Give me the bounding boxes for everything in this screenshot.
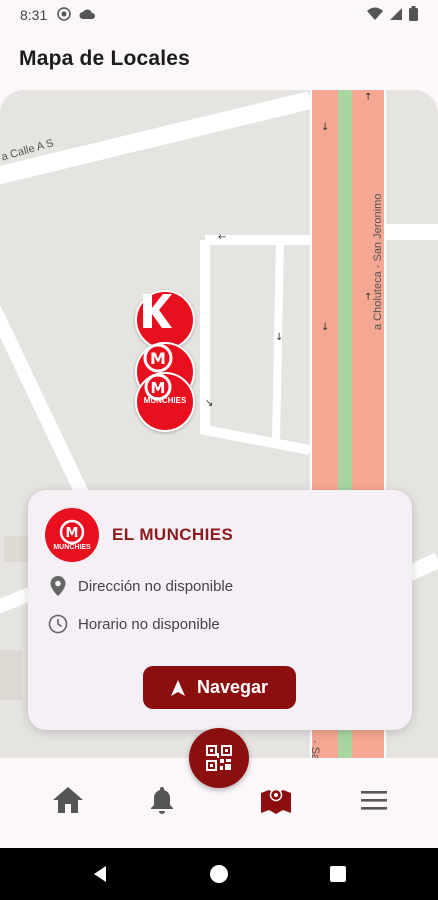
system-navigation-bar <box>0 848 438 900</box>
address-text: Dirección no disponible <box>78 577 234 595</box>
hours-text: Horario no disponible <box>78 615 220 633</box>
clock-icon <box>48 614 68 634</box>
system-home-button[interactable] <box>209 864 229 884</box>
logo-brand-text: MUNCHIES <box>53 544 91 551</box>
system-recents-button[interactable] <box>329 864 347 884</box>
menu-icon <box>361 791 387 810</box>
hours-row: Horario no disponible <box>48 614 220 634</box>
munchies-logo-icon: M <box>144 374 172 401</box>
home-icon <box>53 787 83 813</box>
svg-text:↓: ↓ <box>321 322 329 333</box>
status-time: 8:31 <box>20 7 48 23</box>
street-label-sa: - Sa <box>309 740 321 758</box>
location-card: M MUNCHIES EL MUNCHIES Dirección no disp… <box>28 490 412 730</box>
nav-menu[interactable] <box>354 780 394 820</box>
svg-text:↓: ↓ <box>275 332 283 343</box>
svg-text:M: M <box>150 349 166 368</box>
nav-map[interactable] <box>256 780 296 820</box>
navigation-arrow-icon <box>170 679 185 696</box>
nav-notifications[interactable] <box>142 780 182 820</box>
street-label-choluteca: a Choluteca - San Jeronimo <box>372 193 384 330</box>
k-logo-icon <box>143 294 172 328</box>
nav-home[interactable] <box>48 780 88 820</box>
cloud-icon <box>79 7 96 23</box>
map-icon <box>261 788 291 814</box>
address-row: Dirección no disponible <box>48 576 233 596</box>
qr-scan-button[interactable] <box>189 728 249 788</box>
svg-text:←: ← <box>218 232 226 243</box>
bell-icon <box>151 787 173 814</box>
svg-text:↘: ↘ <box>205 398 213 409</box>
map-marker-munchies[interactable]: M MUNCHIES <box>135 372 195 432</box>
svg-text:M: M <box>66 526 79 541</box>
munchies-logo-icon: M <box>59 519 85 545</box>
status-bar: 8:31 <box>0 0 438 30</box>
navigate-button[interactable]: Navegar <box>143 666 296 709</box>
recents-square-icon <box>330 866 346 882</box>
home-circle-icon <box>210 865 228 883</box>
navigate-button-label: Navegar <box>196 677 269 697</box>
svg-text:↑: ↑ <box>364 92 372 103</box>
page-title: Mapa de Locales <box>19 47 191 70</box>
svg-text:M: M <box>151 379 166 397</box>
signal-icon <box>389 7 403 24</box>
location-name: EL MUNCHIES <box>112 525 234 544</box>
location-pin-icon <box>48 576 68 596</box>
location-logo: M MUNCHIES <box>45 508 99 562</box>
map-marker-k[interactable] <box>135 290 195 350</box>
qr-code-icon <box>206 745 232 771</box>
svg-text:↓: ↓ <box>321 122 329 133</box>
battery-icon <box>409 6 418 24</box>
app-notification-icon <box>57 6 71 24</box>
system-back-button[interactable] <box>90 864 110 884</box>
wifi-icon <box>367 7 383 24</box>
back-triangle-icon <box>94 866 106 882</box>
